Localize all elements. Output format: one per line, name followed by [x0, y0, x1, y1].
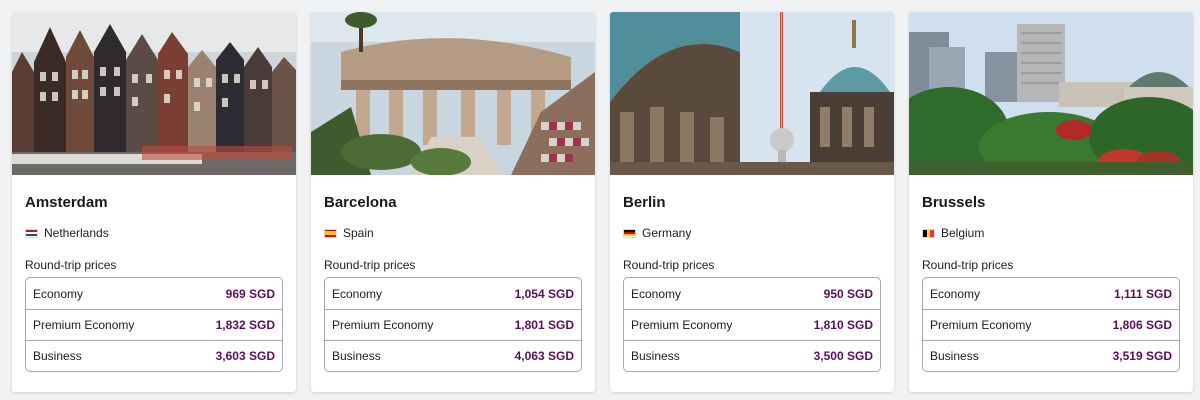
- fare-row-premium-economy[interactable]: Premium Economy 1,810 SGD: [624, 309, 880, 340]
- country-name: Belgium: [941, 226, 985, 240]
- destination-photo[interactable]: [12, 12, 296, 175]
- fare-class: Economy: [631, 286, 682, 301]
- fare-class: Business: [332, 349, 381, 363]
- country: Germany: [623, 224, 881, 242]
- fare-class: Business: [631, 349, 680, 363]
- fare-table: Economy 950 SGD Premium Economy 1,810 SG…: [623, 277, 881, 372]
- fare-row-premium-economy[interactable]: Premium Economy 1,801 SGD: [325, 309, 581, 340]
- fare-row-economy[interactable]: Economy 950 SGD: [624, 278, 880, 309]
- fare-row-economy[interactable]: Economy 969 SGD: [26, 278, 282, 309]
- fare-price: 969 SGD: [225, 286, 275, 301]
- fare-price: 1,111 SGD: [1113, 286, 1172, 301]
- city-name: Berlin: [623, 194, 666, 211]
- prices-heading: Round-trip prices: [623, 258, 715, 272]
- destination-card-barcelona[interactable]: Barcelona Spain Round-trip prices Econom…: [311, 12, 595, 392]
- destination-photo[interactable]: [909, 12, 1193, 175]
- destination-cards: Amsterdam Netherlands Round-trip prices …: [12, 12, 1193, 392]
- fare-price: 3,603 SGD: [215, 349, 275, 363]
- fare-row-business[interactable]: Business 3,500 SGD: [624, 340, 880, 371]
- fare-price: 1,806 SGD: [1112, 318, 1172, 332]
- fare-class: Premium Economy: [33, 318, 135, 332]
- city-name: Amsterdam: [25, 194, 108, 211]
- country: Belgium: [922, 224, 1180, 242]
- fare-table: Economy 1,111 SGD Premium Economy 1,806 …: [922, 277, 1180, 372]
- fare-class: Premium Economy: [631, 318, 733, 332]
- country-name: Germany: [642, 226, 692, 240]
- fare-price: 4,063 SGD: [514, 349, 574, 363]
- fare-class: Business: [930, 349, 979, 363]
- country-name: Spain: [343, 226, 374, 240]
- fare-row-business[interactable]: Business 4,063 SGD: [325, 340, 581, 371]
- fare-class: Premium Economy: [930, 318, 1032, 332]
- fare-price: 3,500 SGD: [813, 349, 873, 363]
- fare-row-premium-economy[interactable]: Premium Economy 1,832 SGD: [26, 309, 282, 340]
- spain-flag-icon: [324, 228, 337, 238]
- fare-row-economy[interactable]: Economy 1,054 SGD: [325, 278, 581, 309]
- fare-price: 950 SGD: [823, 286, 873, 301]
- fare-price: 3,519 SGD: [1112, 349, 1172, 363]
- fare-class: Economy: [33, 286, 84, 301]
- destination-card-amsterdam[interactable]: Amsterdam Netherlands Round-trip prices …: [12, 12, 296, 392]
- city-name: Barcelona: [324, 194, 397, 211]
- destination-card-brussels[interactable]: Brussels Belgium Round-trip prices Econo…: [909, 12, 1193, 392]
- fare-table: Economy 1,054 SGD Premium Economy 1,801 …: [324, 277, 582, 372]
- fare-price: 1,054 SGD: [514, 286, 574, 301]
- fare-class: Premium Economy: [332, 318, 434, 332]
- fare-price: 1,810 SGD: [813, 318, 873, 332]
- country-name: Netherlands: [44, 226, 109, 240]
- destination-card-berlin[interactable]: Berlin Germany Round-trip prices Economy…: [610, 12, 894, 392]
- fare-row-economy[interactable]: Economy 1,111 SGD: [923, 278, 1179, 309]
- fare-price: 1,801 SGD: [514, 318, 574, 332]
- country: Spain: [324, 224, 582, 242]
- destination-photo[interactable]: [610, 12, 894, 175]
- prices-heading: Round-trip prices: [25, 258, 117, 272]
- fare-class: Economy: [332, 286, 383, 301]
- germany-flag-icon: [623, 228, 636, 238]
- fare-price: 1,832 SGD: [215, 318, 275, 332]
- netherlands-flag-icon: [25, 228, 38, 238]
- city-name: Brussels: [922, 194, 986, 211]
- destination-photo[interactable]: [311, 12, 595, 175]
- fare-table: Economy 969 SGD Premium Economy 1,832 SG…: [25, 277, 283, 372]
- fare-class: Economy: [930, 286, 981, 301]
- prices-heading: Round-trip prices: [324, 258, 416, 272]
- fare-class: Business: [33, 349, 82, 363]
- prices-heading: Round-trip prices: [922, 258, 1014, 272]
- belgium-flag-icon: [922, 228, 935, 238]
- fare-row-business[interactable]: Business 3,603 SGD: [26, 340, 282, 371]
- fare-row-premium-economy[interactable]: Premium Economy 1,806 SGD: [923, 309, 1179, 340]
- country: Netherlands: [25, 224, 283, 242]
- fare-row-business[interactable]: Business 3,519 SGD: [923, 340, 1179, 371]
